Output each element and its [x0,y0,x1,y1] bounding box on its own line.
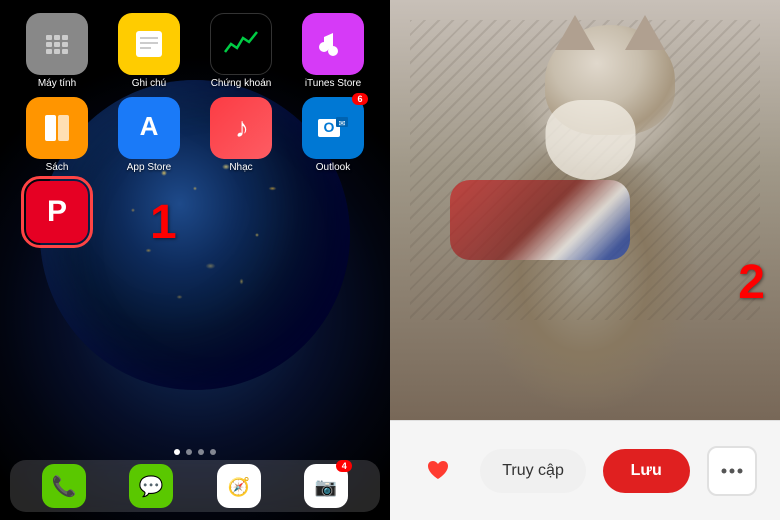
svg-text:P: P [47,195,67,228]
pinterest-video-panel: 2 Truy cập Lưu [390,0,780,520]
dot-4 [210,449,216,455]
dock-photos[interactable]: 📷 4 [304,464,348,508]
svg-text:📷: 📷 [315,477,337,497]
stocks-icon[interactable] [210,13,272,75]
calculator-label: Máy tính [38,78,76,89]
app-appstore[interactable]: A App Store [107,97,191,173]
svg-text:♪: ♪ [235,112,249,143]
heart-button[interactable] [413,446,463,496]
dock-messages[interactable]: 💬 [129,464,173,508]
pinterest-icon[interactable]: P [26,181,88,243]
app-pinterest[interactable]: P [15,181,99,246]
outlook-icon[interactable]: O ✉ 6 [302,97,364,159]
app-outlook[interactable]: O ✉ 6 Outlook [291,97,375,173]
notes-label: Ghi chú [132,78,166,89]
dot-3 [198,449,204,455]
outlook-label: Outlook [316,162,350,173]
iphone-screen: Máy tính Ghi chú Chứng khoán [0,0,390,520]
app-grid: Máy tính Ghi chú Chứng khoán [10,8,380,251]
app-notes[interactable]: Ghi chú [107,13,191,89]
app-books[interactable]: Sách [15,97,99,173]
appstore-icon[interactable]: A [118,97,180,159]
books-label: Sách [46,162,69,173]
appstore-label: App Store [127,162,171,173]
app-stocks[interactable]: Chứng khoán [199,13,283,89]
app-calculator[interactable]: Máy tính [15,13,99,89]
svg-text:💬: 💬 [139,474,164,498]
dock-phone[interactable]: 📞 [42,464,86,508]
svg-text:📞: 📞 [51,473,76,498]
notes-icon[interactable] [118,13,180,75]
books-icon[interactable] [26,97,88,159]
svg-text:O: O [324,119,335,135]
calculator-icon[interactable] [26,13,88,75]
more-button[interactable] [707,446,757,496]
music-label: Nhạc [229,162,252,173]
stocks-label: Chứng khoán [211,78,272,89]
itunes-icon[interactable] [302,13,364,75]
dock: 📞 💬 🧭 📷 4 [10,460,380,512]
dock-safari[interactable]: 🧭 [217,464,261,508]
page-dots [0,449,390,455]
svg-text:🧭: 🧭 [228,476,250,497]
action-bar: Truy cập Lưu [390,420,780,520]
step-number-2: 2 [738,255,765,310]
outlook-badge: 6 [352,93,368,105]
app-itunes[interactable]: iTunes Store [291,13,375,89]
luu-button[interactable]: Lưu [603,449,690,493]
app-music[interactable]: ♪ Nhạc [199,97,283,173]
svg-text:✉: ✉ [339,119,346,128]
cat-photo: 2 [390,0,780,420]
dot-2 [186,449,192,455]
svg-text:A: A [140,111,159,141]
music-icon[interactable]: ♪ [210,97,272,159]
dock-badge: 4 [336,460,352,472]
truy-cap-button[interactable]: Truy cập [480,449,586,493]
dot-1 [174,449,180,455]
step-number-1: 1 [150,195,177,250]
itunes-label: iTunes Store [305,78,361,89]
